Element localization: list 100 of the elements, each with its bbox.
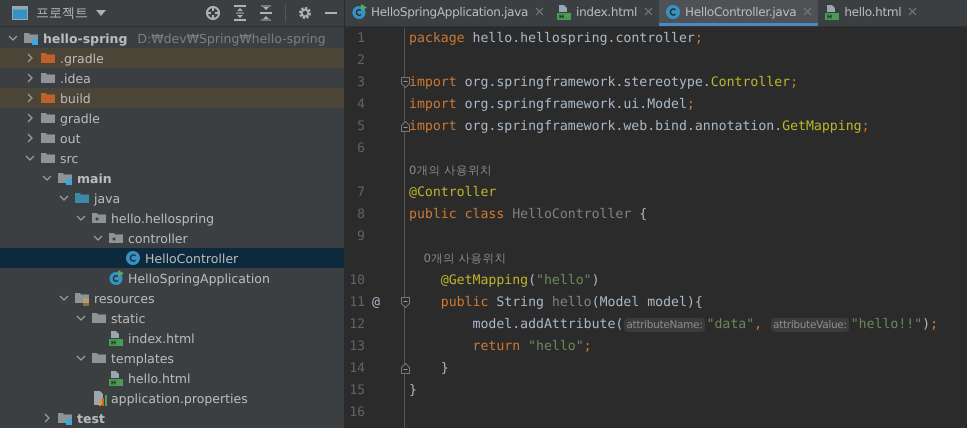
tree-item-label: out [60, 130, 80, 146]
panel-title[interactable]: 프로젝트 [36, 4, 88, 22]
chevron-right-icon[interactable] [42, 413, 52, 423]
tree-row[interactable]: HelloController [0, 248, 344, 268]
tree-row[interactable]: gradle [0, 108, 344, 128]
collapse-all-icon[interactable] [259, 5, 273, 21]
html-file-icon [824, 4, 840, 20]
folder-icon [74, 190, 90, 206]
chevron-down-icon[interactable] [92, 233, 102, 243]
tree-row[interactable]: static [0, 308, 344, 328]
chevron-down-icon[interactable] [8, 33, 18, 43]
tree-row[interactable]: hello-spring D:₩dev₩Spring₩hello-spring [0, 28, 344, 48]
close-icon[interactable] [535, 7, 544, 16]
line-number: 11 [348, 294, 365, 312]
chevron-down-icon[interactable] [58, 193, 68, 203]
tree-item-label: static [111, 310, 146, 326]
code-token: ) [922, 317, 930, 332]
line-number: 10 [348, 272, 365, 290]
editor-tab[interactable]: HelloSpringApplication.java [345, 0, 550, 26]
tree-item-label: hello.hellospring [111, 210, 214, 226]
settings-icon[interactable] [298, 6, 312, 20]
editor-tab[interactable]: HelloController.java [659, 0, 818, 26]
tree-row[interactable]: build [0, 88, 344, 108]
fold-marker-icon[interactable] [401, 363, 410, 374]
tree-row[interactable]: out [0, 128, 344, 148]
code-token: package [409, 31, 466, 46]
line-number: 9 [356, 228, 365, 246]
code-token: import [409, 75, 458, 90]
editor-tab[interactable]: index.html [550, 0, 660, 26]
line-number: 4 [356, 96, 365, 114]
chevron-down-icon[interactable] [42, 173, 52, 183]
usage-hint[interactable]: 0개의 사용위치 [409, 163, 492, 177]
tree-item-label: index.html [128, 330, 195, 346]
line-number: 6 [356, 140, 365, 158]
tree-row[interactable]: index.html [0, 328, 344, 348]
module-folder-icon [57, 170, 73, 186]
class-icon [125, 250, 141, 266]
code-token: ) [592, 273, 600, 288]
code-token: ; [790, 75, 798, 90]
tree-item-label: application.properties [111, 390, 248, 406]
chevron-down-icon[interactable] [58, 293, 68, 303]
code-token: "hello" [528, 339, 584, 354]
fold-marker-icon[interactable] [401, 121, 410, 132]
tree-row[interactable]: java [0, 188, 344, 208]
chevron-right-icon[interactable] [24, 73, 34, 83]
chevron-right-icon[interactable] [24, 53, 34, 63]
package-folder-icon [108, 230, 124, 246]
fold-marker-icon[interactable] [401, 77, 410, 88]
tree-item-label: main [77, 170, 112, 186]
tree-item-label: gradle [60, 110, 100, 126]
tree-row[interactable]: templates [0, 348, 344, 368]
expand-all-icon[interactable] [233, 5, 247, 21]
code-token: { [639, 207, 648, 222]
code-token: hello.hellospring.controller [472, 31, 695, 46]
folder-icon [40, 70, 56, 86]
folder-icon [40, 90, 56, 106]
tree-row[interactable]: application.properties [0, 388, 344, 408]
chevron-down-icon[interactable] [76, 213, 86, 223]
chevron-down-icon[interactable] [76, 313, 86, 323]
chevron-right-icon[interactable] [24, 113, 34, 123]
tree-row[interactable]: hello.hellospring [0, 208, 344, 228]
class-run-icon [108, 270, 124, 286]
close-icon[interactable] [644, 7, 654, 16]
line-number: 13 [348, 338, 365, 356]
tree-item-label: test [77, 410, 105, 426]
folder-icon [40, 110, 56, 126]
tree-row[interactable]: hello.html [0, 368, 344, 388]
chevron-down-icon[interactable] [24, 153, 34, 163]
tree-item-label: .idea [60, 70, 91, 86]
code-token: model.addAttribute( [472, 317, 624, 332]
tree-row[interactable]: .idea [0, 68, 344, 88]
fold-marker-icon[interactable] [401, 297, 410, 308]
usage-hint[interactable]: 0개의 사용위치 [409, 251, 507, 265]
tree-row[interactable]: controller [0, 228, 344, 248]
tree-row[interactable]: .gradle [0, 48, 344, 68]
properties-file-icon [91, 390, 107, 406]
chevron-down-icon[interactable] [76, 353, 86, 363]
line-number: 8 [356, 206, 365, 224]
code-token: org.springframework.ui.Model [464, 97, 687, 112]
folder-icon [91, 310, 107, 326]
parameter-hint: attributeName: [624, 318, 704, 332]
tree-item-label: src [60, 150, 78, 166]
tree-row[interactable]: src [0, 148, 344, 168]
locate-icon[interactable] [205, 5, 221, 21]
chevron-right-icon[interactable] [24, 93, 34, 103]
tree-row[interactable]: resources [0, 288, 344, 308]
editor-tab[interactable]: hello.html [818, 0, 924, 26]
tree-row[interactable]: HelloSpringApplication [0, 268, 344, 288]
gutter-marker[interactable]: @ [367, 292, 385, 314]
tree-row[interactable]: main [0, 168, 344, 188]
tree-item-label: HelloSpringApplication [128, 270, 270, 286]
line-number: 5 [356, 118, 365, 136]
chevron-right-icon[interactable] [24, 133, 34, 143]
folder-icon [40, 150, 56, 166]
code-token: ; [584, 339, 592, 354]
folder-icon [40, 130, 56, 146]
close-icon[interactable] [908, 7, 918, 16]
module-folder-icon [23, 30, 39, 46]
tree-row[interactable]: test [0, 408, 344, 428]
caret-icon[interactable] [96, 10, 106, 16]
